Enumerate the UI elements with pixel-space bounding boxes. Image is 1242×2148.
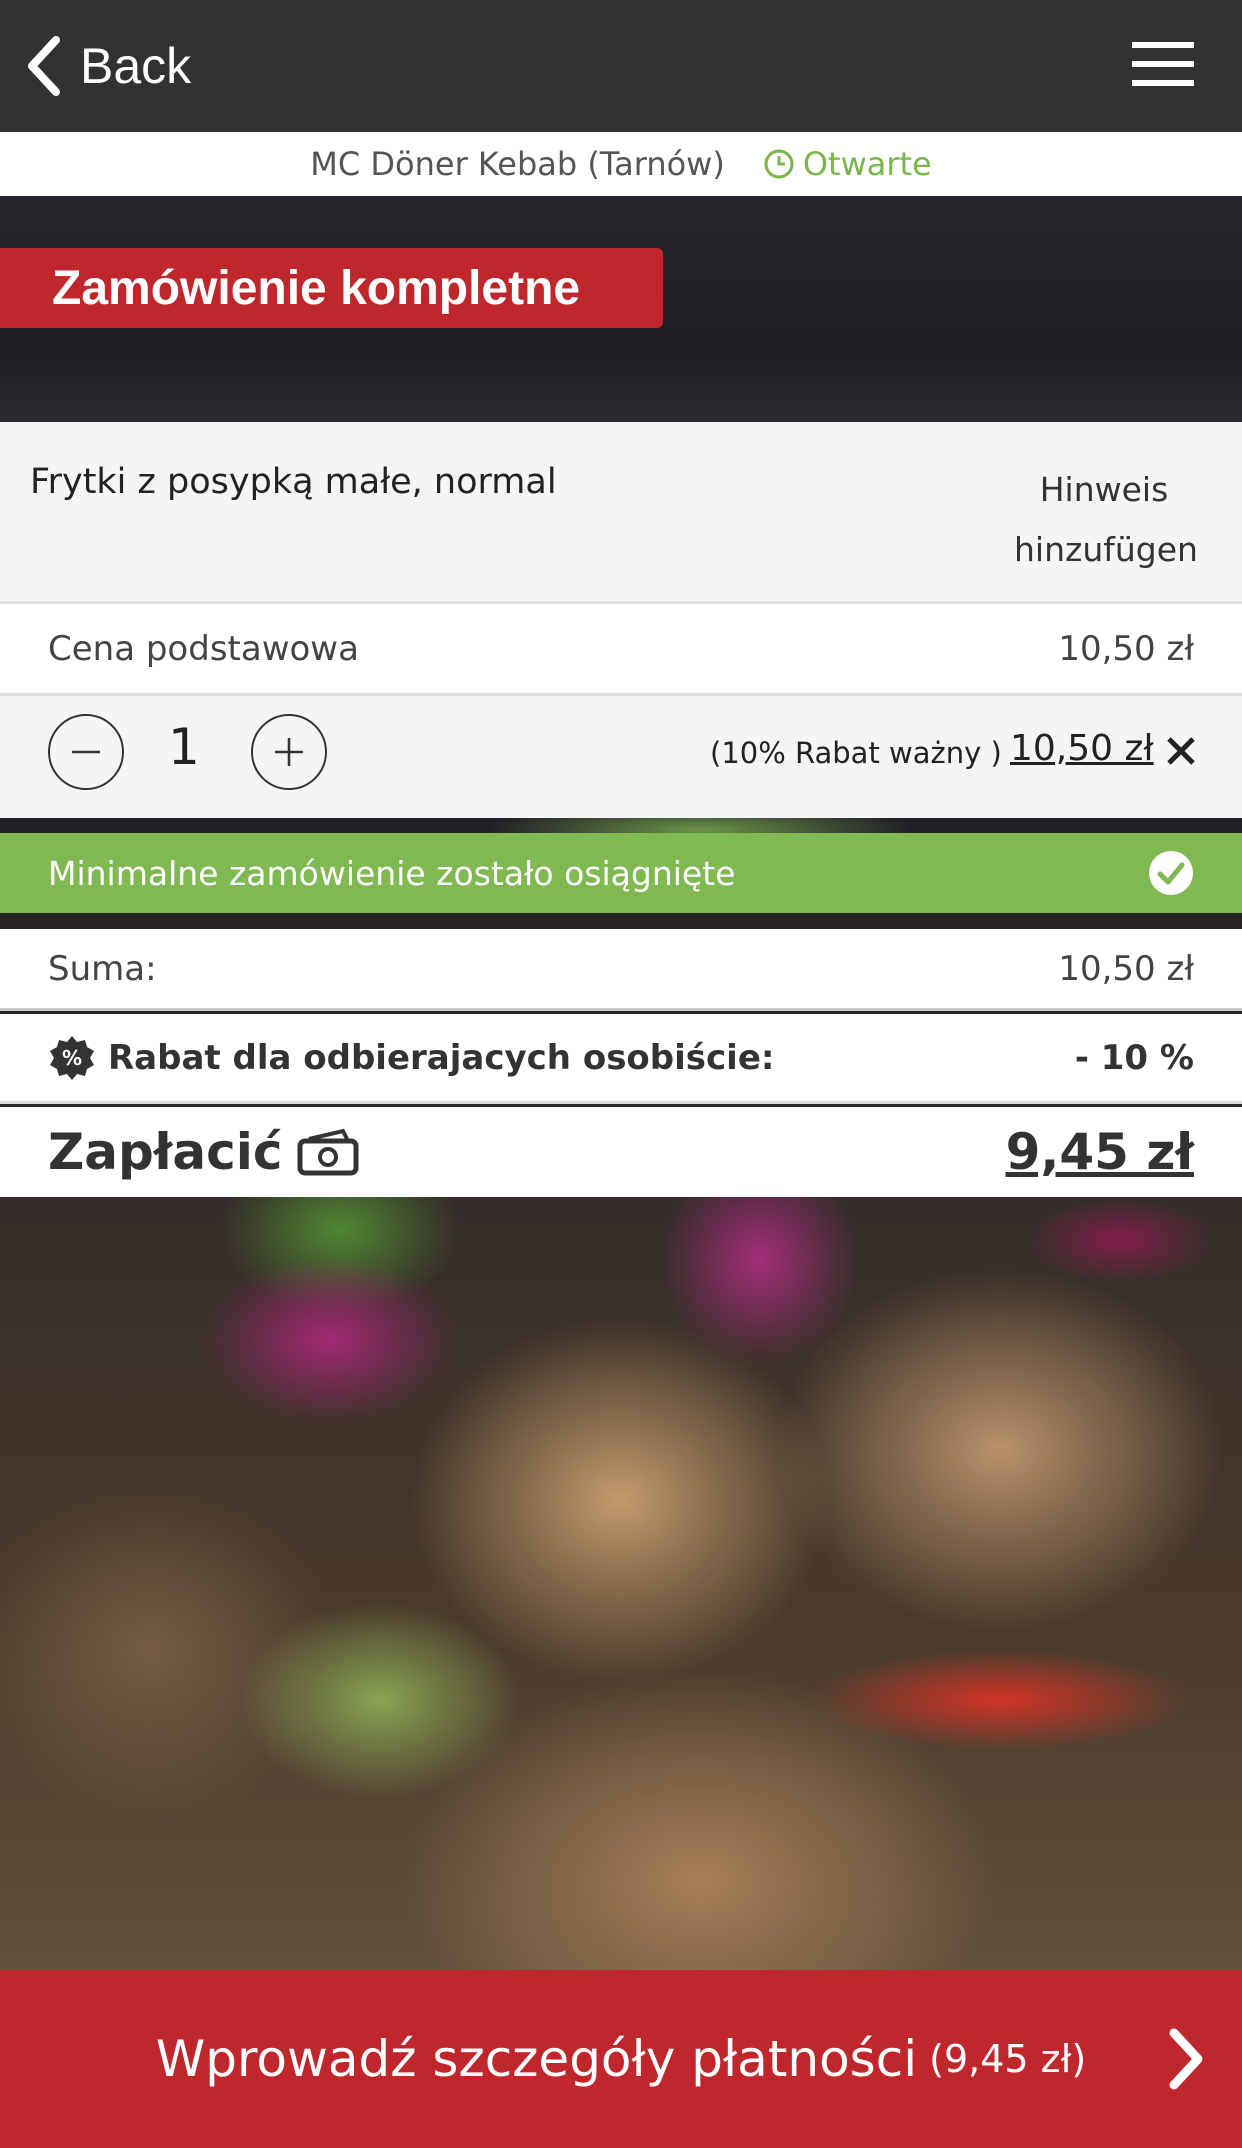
- restaurant-info-bar: MC Döner Kebab (Tarnów) Otwarte: [0, 132, 1242, 196]
- sum-row: Suma: 10,50 zł: [0, 929, 1242, 1011]
- sum-label: Suma:: [48, 948, 157, 989]
- enter-payment-details-label: Wprowadź szczegóły płatności: [155, 2030, 918, 2088]
- base-price-row: Cena podstawowa 10,50 zł: [0, 604, 1242, 696]
- sum-value: 10,50 zł: [1058, 948, 1194, 989]
- base-price-label: Cena podstawowa: [48, 628, 359, 669]
- remove-item-button[interactable]: [1163, 733, 1199, 769]
- minus-icon: [72, 750, 100, 754]
- minimum-order-text: Minimalne zamówienie zostało osiągnięte: [48, 853, 736, 893]
- plus-icon: [275, 738, 303, 766]
- clock-icon: [764, 149, 794, 179]
- add-note-label-line1: Hinweis: [1039, 470, 1169, 509]
- check-circle-icon: [1149, 851, 1193, 895]
- chevron-right-icon: [1169, 2028, 1203, 2090]
- back-label: Back: [80, 38, 192, 94]
- increase-quantity-button[interactable]: [251, 714, 327, 790]
- pay-total-row: Zapłacić 9,45 zł: [0, 1107, 1242, 1197]
- pickup-discount-value: - 10 %: [1074, 1037, 1194, 1078]
- pay-label-group: Zapłacić: [48, 1123, 359, 1181]
- restaurant-name: MC Döner Kebab (Tarnów): [310, 145, 725, 183]
- discount-note: (10% Rabat ważny ): [710, 736, 1002, 770]
- base-price-value: 10,50 zł: [1058, 628, 1194, 669]
- back-button[interactable]: Back: [22, 34, 191, 98]
- quantity-value: 1: [168, 718, 200, 776]
- svg-text:%: %: [62, 1046, 82, 1070]
- chevron-left-icon: [28, 36, 60, 96]
- cash-icon: [297, 1128, 358, 1176]
- pay-label: Zapłacić: [48, 1123, 283, 1181]
- add-note-label-line2: hinzufügen: [1014, 530, 1198, 569]
- order-complete-title: Zamówienie kompletne: [0, 248, 663, 328]
- decrease-quantity-button[interactable]: [48, 714, 124, 790]
- open-status-label: Otwarte: [802, 145, 932, 183]
- cart-item-name: Frytki z posypką małe, normal: [30, 462, 557, 502]
- line-price: 10,50 zł: [1010, 728, 1154, 769]
- close-icon: [1167, 737, 1195, 765]
- enter-payment-details-amount: (9,45 zł): [929, 2037, 1087, 2081]
- minimum-order-banner: Minimalne zamówienie zostało osiągnięte: [0, 833, 1242, 913]
- cart-item-row: Frytki z posypką małe, normal Hinweis hi…: [0, 422, 1242, 604]
- pickup-discount-row: % Rabat dla odbierajacych osobiście: - 1…: [0, 1014, 1242, 1104]
- open-status: Otwarte: [763, 145, 932, 183]
- pay-total-value: 9,45 zł: [1005, 1123, 1194, 1181]
- top-navigation-bar: Back: [0, 0, 1242, 132]
- hamburger-menu-button[interactable]: [1132, 40, 1194, 92]
- hamburger-menu-icon: [1132, 42, 1194, 86]
- add-note-button[interactable]: Hinweis hinzufügen: [1014, 460, 1198, 580]
- pickup-discount-label: Rabat dla odbierajacych osobiście:: [108, 1037, 775, 1078]
- percent-badge-icon: %: [50, 1035, 94, 1080]
- enter-payment-details-button[interactable]: Wprowadź szczegóły płatności (9,45 zł): [0, 1970, 1242, 2148]
- pickup-discount-label-group: % Rabat dla odbierajacych osobiście:: [48, 1034, 775, 1082]
